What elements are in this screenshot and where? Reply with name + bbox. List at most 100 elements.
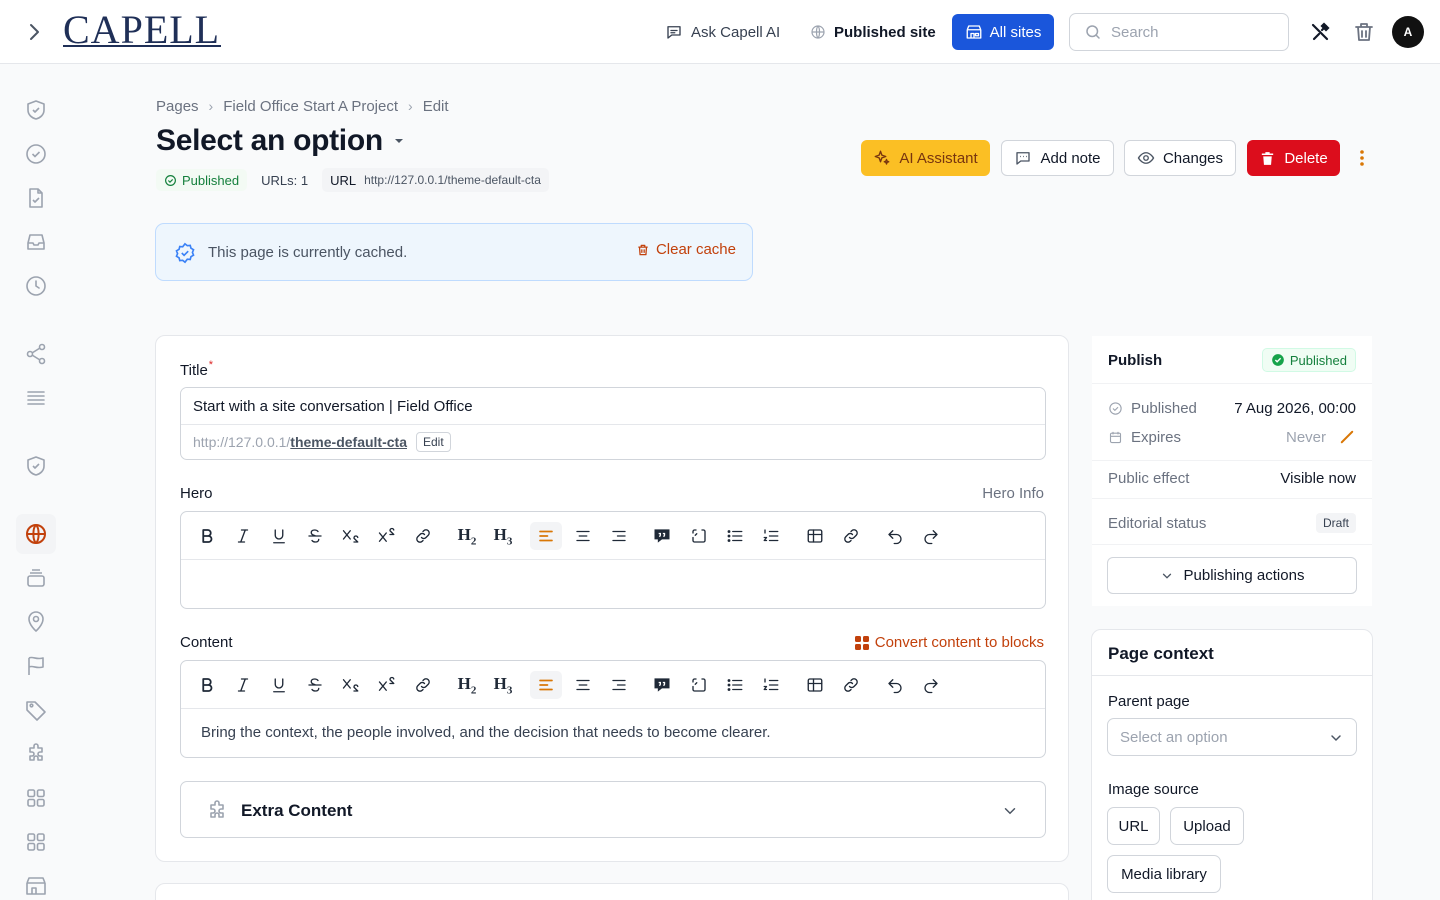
italic-icon[interactable] (227, 671, 259, 699)
heading-2-icon[interactable]: H2 (451, 671, 483, 699)
search-box[interactable] (1069, 13, 1289, 51)
blocks-icon (854, 635, 869, 650)
bullet-list-icon[interactable] (719, 522, 751, 550)
all-sites-label: All sites (989, 23, 1042, 41)
breadcrumb-item-pages[interactable]: Pages (156, 98, 199, 115)
attachment-icon[interactable] (835, 522, 867, 550)
chat-icon (667, 26, 681, 39)
subscript-icon[interactable] (335, 522, 367, 550)
tools-icon[interactable] (1308, 20, 1332, 44)
redo-icon[interactable] (915, 522, 947, 550)
extra-content-section[interactable]: Extra Content (180, 781, 1046, 838)
slug-edit-button[interactable]: Edit (415, 432, 451, 452)
table-icon[interactable] (799, 671, 831, 699)
title-input[interactable] (181, 388, 1045, 425)
puzzle-icon[interactable] (24, 742, 48, 766)
url-pill[interactable]: URL http://127.0.0.1/theme-default-cta (322, 168, 549, 192)
check-circle-icon (1109, 401, 1122, 415)
grid-icon[interactable] (24, 830, 48, 854)
check-circle-icon[interactable] (24, 142, 48, 166)
heading-2-icon[interactable]: H2 (451, 522, 483, 550)
bullet-list-icon[interactable] (719, 671, 751, 699)
attachment-icon[interactable] (835, 671, 867, 699)
clear-cache-button[interactable]: Clear cache (636, 241, 736, 258)
heading-3-icon[interactable]: H3 (487, 671, 519, 699)
image-upload-button[interactable]: Upload (1170, 807, 1244, 845)
link-icon[interactable] (407, 522, 439, 550)
subscript-icon[interactable] (335, 671, 367, 699)
grid-icon[interactable] (24, 786, 48, 810)
quote-icon[interactable] (646, 522, 678, 550)
hero-editor-body[interactable] (181, 560, 1045, 608)
more-options-icon[interactable] (1352, 146, 1372, 170)
published-site-link[interactable]: Published site (810, 20, 936, 44)
clock-icon[interactable] (24, 274, 48, 298)
required-marker: * (208, 359, 214, 371)
align-left-icon[interactable] (530, 671, 562, 699)
divider (1092, 460, 1372, 461)
media-library-button[interactable]: Media library (1107, 855, 1221, 893)
redo-icon[interactable] (915, 671, 947, 699)
flag-icon[interactable] (24, 654, 48, 678)
ai-assistant-button[interactable]: AI Assistant (861, 140, 990, 176)
underline-icon[interactable] (263, 671, 295, 699)
strikethrough-icon[interactable] (299, 671, 331, 699)
trash-icon[interactable] (1352, 20, 1376, 44)
avatar[interactable]: A (1392, 16, 1424, 48)
ordered-list-icon[interactable] (755, 522, 787, 550)
code-block-icon[interactable] (683, 671, 715, 699)
align-center-icon[interactable] (567, 671, 599, 699)
shield-icon[interactable] (24, 454, 48, 478)
table-icon[interactable] (799, 522, 831, 550)
bold-icon[interactable] (191, 671, 223, 699)
delete-button[interactable]: Delete (1247, 140, 1340, 176)
code-block-icon[interactable] (683, 522, 715, 550)
breadcrumb-item-page[interactable]: Field Office Start A Project (223, 98, 398, 115)
shield-check-icon[interactable] (24, 98, 48, 122)
image-url-button[interactable]: URL (1107, 807, 1160, 845)
share-icon[interactable] (24, 342, 48, 366)
add-note-button[interactable]: Add note (1001, 140, 1114, 176)
align-left-icon[interactable] (530, 522, 562, 550)
superscript-icon[interactable] (371, 522, 403, 550)
document-check-icon[interactable] (24, 186, 48, 210)
store-icon[interactable] (24, 874, 48, 898)
stack-icon[interactable] (24, 566, 48, 590)
heading-3-icon[interactable]: H3 (487, 522, 519, 550)
bold-icon[interactable] (191, 522, 223, 550)
changes-button[interactable]: Changes (1124, 140, 1236, 176)
quote-icon[interactable] (646, 671, 678, 699)
undo-icon[interactable] (879, 522, 911, 550)
pencil-icon[interactable] (1338, 428, 1356, 446)
chevron-right-icon[interactable] (22, 20, 46, 44)
link-icon[interactable] (407, 671, 439, 699)
slug-value[interactable]: theme-default-cta (290, 434, 407, 450)
align-center-icon[interactable] (567, 522, 599, 550)
superscript-icon[interactable] (371, 671, 403, 699)
convert-to-blocks-button[interactable]: Convert content to blocks (854, 634, 1044, 651)
parent-page-select[interactable]: Select an option (1107, 718, 1357, 756)
map-pin-icon[interactable] (24, 610, 48, 634)
strikethrough-icon[interactable] (299, 522, 331, 550)
status-text: Published (182, 172, 240, 188)
comment-icon (1016, 152, 1031, 165)
undo-icon[interactable] (879, 671, 911, 699)
publishing-actions-button[interactable]: Publishing actions (1107, 557, 1357, 594)
search-input[interactable] (1111, 23, 1271, 41)
public-effect-label: Public effect (1108, 469, 1190, 487)
all-sites-button[interactable]: All sites (952, 14, 1054, 50)
underline-icon[interactable] (263, 522, 295, 550)
list-icon[interactable] (24, 386, 48, 410)
page-title[interactable]: Select an option (156, 124, 405, 158)
italic-icon[interactable] (227, 522, 259, 550)
globe-icon[interactable] (24, 522, 48, 546)
title-label-text: Title (180, 362, 208, 379)
align-right-icon[interactable] (603, 671, 635, 699)
editorial-row: Editorial status Draft (1108, 512, 1356, 534)
ordered-list-icon[interactable] (755, 671, 787, 699)
align-right-icon[interactable] (603, 522, 635, 550)
tag-icon[interactable] (24, 698, 48, 722)
ask-ai-link[interactable]: Ask Capell AI (665, 20, 780, 44)
inbox-icon[interactable] (24, 230, 48, 254)
clear-cache-label: Clear cache (655, 241, 736, 258)
